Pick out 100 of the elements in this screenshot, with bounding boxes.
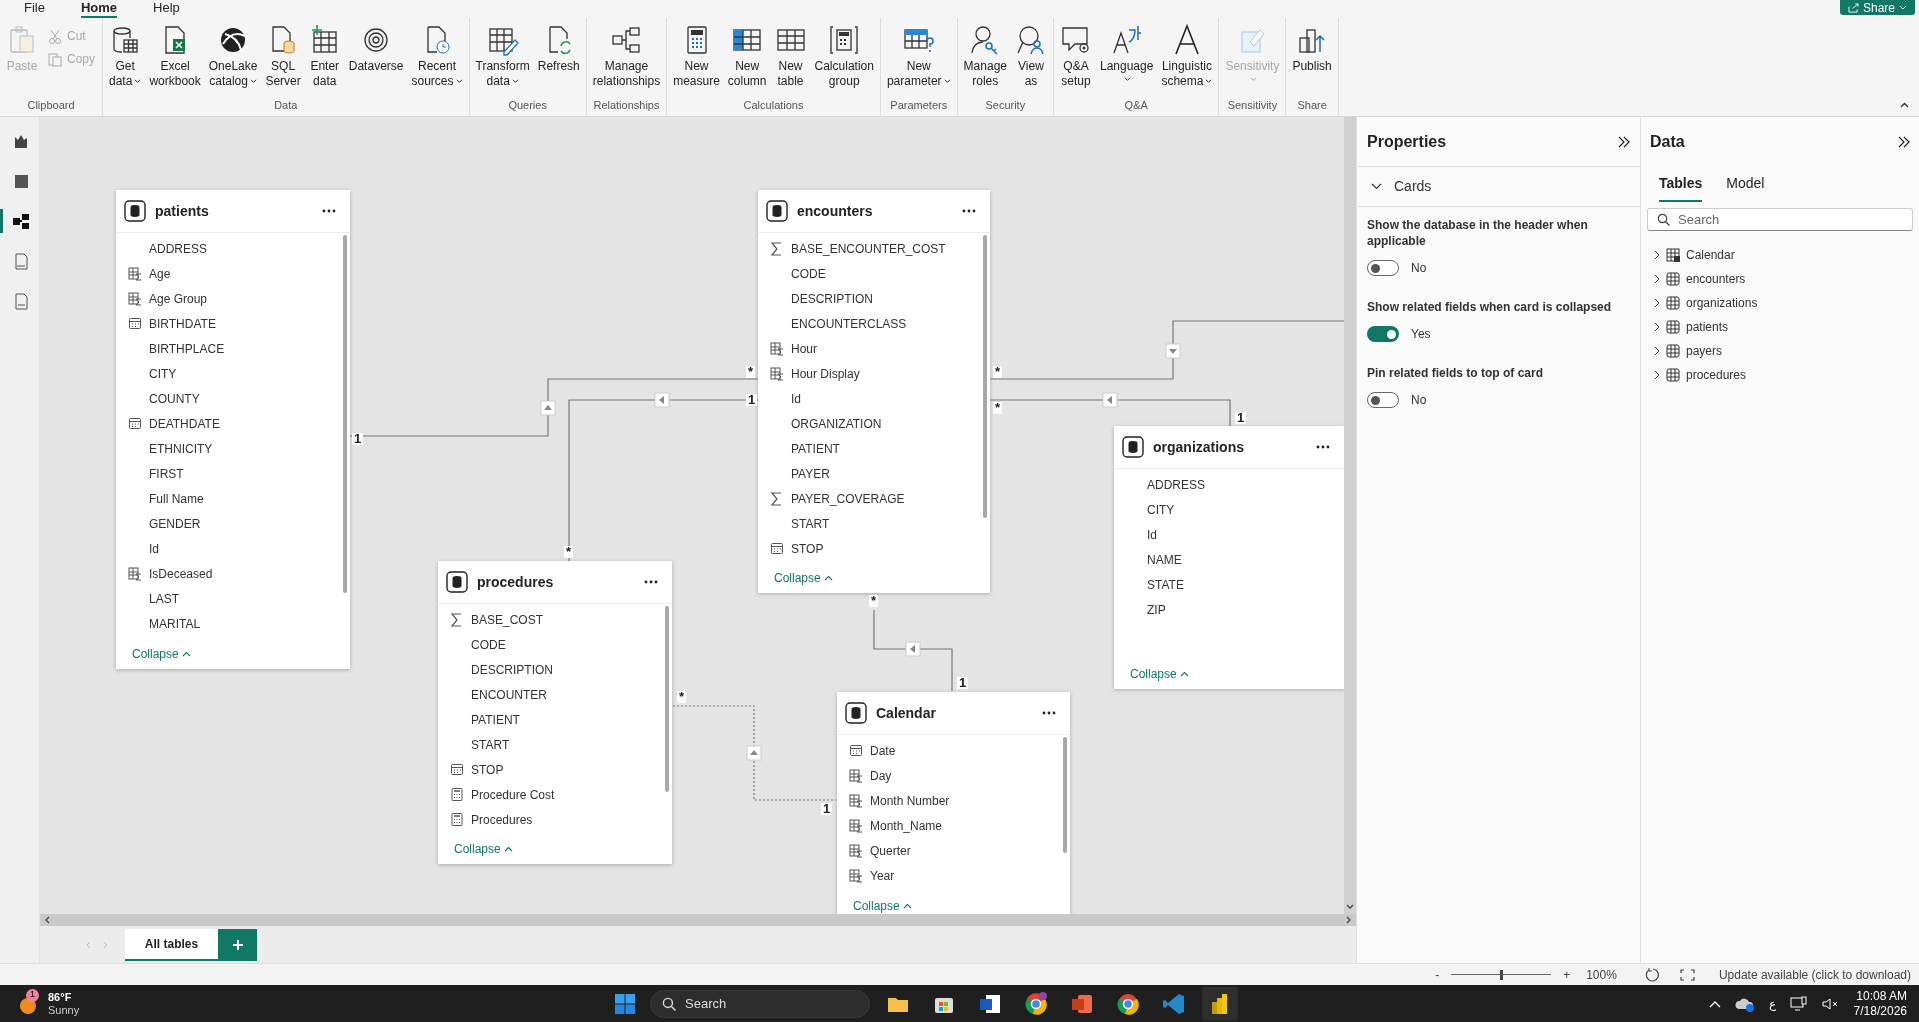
ribbon-button[interactable]: Get data: [106, 24, 145, 89]
ribbon-button[interactable]: View as: [1012, 24, 1050, 89]
field-name[interactable]: Hour Display: [791, 364, 860, 383]
field-name[interactable]: ZIP: [1147, 600, 1166, 619]
field-name[interactable]: BASE_ENCOUNTER_COST: [791, 239, 946, 258]
scrollbar[interactable]: [665, 606, 669, 792]
layout-tab[interactable]: All tables: [125, 929, 218, 961]
field-name[interactable]: START: [791, 514, 830, 533]
collapse-button[interactable]: Collapse: [132, 645, 191, 663]
field-name[interactable]: BIRTHPLACE: [149, 339, 225, 358]
collapse-button[interactable]: Collapse: [454, 840, 513, 858]
field-name[interactable]: DESCRIPTION: [791, 289, 873, 308]
ribbon-button[interactable]: Manage relationships: [589, 24, 664, 89]
field-name[interactable]: ETHNICITY: [149, 439, 213, 458]
ribbon-button[interactable]: Calculation group: [811, 24, 877, 89]
table-card[interactable]: encounters BASE_ENCOUNTER_COST CODE DESCRIPTION ENCOUNTERCLASS Hour Hour Display Id ORGANIZATION PATIENT PAYER PAYER_COVERAGE START STOP Collapse: [758, 190, 990, 593]
ribbon-button[interactable]: Excel workbook: [146, 24, 204, 89]
zoom-slider[interactable]: [1451, 969, 1552, 980]
ribbon-button[interactable]: New measure: [670, 24, 723, 89]
field-name[interactable]: Month_Name: [870, 816, 943, 835]
ribbon-button[interactable]: Q&A setup: [1057, 24, 1095, 89]
field-name[interactable]: LAST: [149, 589, 179, 608]
field-name[interactable]: Id: [791, 389, 801, 408]
scrollbar[interactable]: [40, 914, 1356, 926]
field-name[interactable]: ADDRESS: [149, 239, 207, 258]
field-name[interactable]: PAYER: [791, 464, 830, 483]
field-name[interactable]: STATE: [1147, 575, 1184, 594]
table-tree-item[interactable]: patients: [1654, 315, 1906, 339]
field-name[interactable]: Full Name: [149, 489, 204, 508]
ribbon-tab[interactable]: Help: [153, 1, 180, 18]
field-name[interactable]: START: [471, 735, 510, 754]
toggle-switch[interactable]: [1367, 260, 1399, 276]
table-tree-item[interactable]: organizations: [1654, 291, 1906, 315]
ribbon-button[interactable]: OneLake catalog: [205, 24, 261, 89]
table-tree-item[interactable]: encounters: [1654, 267, 1906, 291]
scrollbar[interactable]: [983, 235, 987, 518]
field-name[interactable]: STOP: [471, 760, 504, 779]
field-name[interactable]: NAME: [1147, 550, 1182, 569]
search-field[interactable]: Search: [1647, 208, 1913, 231]
ribbon-button[interactable]: Linguistic schema: [1158, 24, 1216, 89]
ribbon-button[interactable]: Language: [1097, 24, 1157, 84]
toggle-switch[interactable]: [1367, 326, 1399, 342]
taskbar-search-field[interactable]: Search: [650, 989, 870, 1018]
field-name[interactable]: ENCOUNTER: [471, 685, 547, 704]
field-name[interactable]: Hour: [791, 339, 817, 358]
field-name[interactable]: Procedure Cost: [471, 785, 555, 804]
ribbon-button[interactable]: SQL Server: [262, 24, 304, 89]
table-card[interactable]: patients ADDRESS Age Age Group BIRTHDATE BIRTHPLACE CITY COUNTY DEATHDATE ETHNICITY FIRST Full Name GENDER Id IsDeceased LAST MARITAL Collapse: [116, 190, 350, 669]
ribbon-button[interactable]: New parameter: [883, 24, 954, 89]
table-tree-item[interactable]: payers: [1654, 339, 1906, 363]
ribbon-button[interactable]: New table: [771, 24, 810, 89]
field-name[interactable]: Age Group: [149, 289, 208, 308]
field-name[interactable]: COUNTY: [149, 389, 200, 408]
field-name[interactable]: Procedures: [471, 810, 533, 829]
field-name[interactable]: Day: [870, 766, 892, 785]
field-name[interactable]: ADDRESS: [1147, 475, 1205, 494]
field-name[interactable]: BASE_COST: [471, 610, 544, 629]
collapse-button[interactable]: Collapse: [774, 569, 833, 587]
ribbon-button[interactable]: Publish: [1289, 24, 1335, 74]
field-name[interactable]: MARITAL: [149, 614, 201, 633]
field-name[interactable]: Month Number: [870, 791, 950, 810]
field-name[interactable]: IsDeceased: [149, 564, 213, 583]
field-name[interactable]: DEATHDATE: [149, 414, 220, 433]
update-link[interactable]: Update available (click to download): [1718, 965, 1911, 984]
scrollbar[interactable]: [1063, 737, 1067, 853]
ribbon-button[interactable]: Dataverse: [345, 24, 407, 74]
toggle-switch[interactable]: [1367, 392, 1399, 408]
pane-tab[interactable]: Model: [1726, 173, 1765, 202]
field-name[interactable]: Age: [149, 264, 171, 283]
slider-thumb[interactable]: [1500, 969, 1504, 980]
field-name[interactable]: PATIENT: [791, 439, 840, 458]
field-name[interactable]: Date: [870, 741, 896, 760]
ribbon-button[interactable]: Transform data: [472, 24, 533, 89]
add-layout-button[interactable]: [218, 929, 257, 961]
field-name[interactable]: PAYER_COVERAGE: [791, 489, 905, 508]
taskbar-app-button[interactable]: [1202, 986, 1238, 1021]
ribbon-button[interactable]: Recent sources: [408, 24, 466, 89]
field-name[interactable]: CODE: [471, 635, 506, 654]
field-name[interactable]: Id: [149, 539, 159, 558]
field-name[interactable]: STOP: [791, 539, 824, 558]
scrollbar[interactable]: [1344, 117, 1356, 914]
share-button[interactable]: Share: [1839, 0, 1915, 15]
field-name[interactable]: ORGANIZATION: [791, 414, 882, 433]
field-name[interactable]: Year: [870, 866, 895, 885]
table-card[interactable]: organizations ADDRESS CITY Id NAME STATE ZIP Collapse: [1114, 426, 1344, 689]
ribbon-tab[interactable]: File: [24, 1, 45, 18]
field-name[interactable]: Querter: [870, 841, 911, 860]
ribbon-button[interactable]: Refresh: [534, 24, 583, 74]
table-tree-item[interactable]: Calendar: [1654, 243, 1906, 267]
scrollbar[interactable]: [343, 235, 347, 593]
pane-tab[interactable]: Tables: [1659, 173, 1703, 202]
collapse-button[interactable]: Collapse: [1130, 665, 1189, 683]
zoom-in-button[interactable]: +: [1563, 965, 1571, 984]
field-name[interactable]: ENCOUNTERCLASS: [791, 314, 907, 333]
table-tree-item[interactable]: procedures: [1654, 363, 1906, 387]
table-card[interactable]: procedures BASE_COST CODE DESCRIPTION ENCOUNTER PATIENT START STOP Procedure Cost Procedures Collapse: [438, 561, 672, 864]
zoom-out-button[interactable]: -: [1435, 965, 1440, 984]
field-name[interactable]: PATIENT: [471, 710, 520, 729]
ribbon-button[interactable]: Manage roles: [960, 24, 1010, 89]
language-indicator[interactable]: ع: [1768, 994, 1776, 1013]
